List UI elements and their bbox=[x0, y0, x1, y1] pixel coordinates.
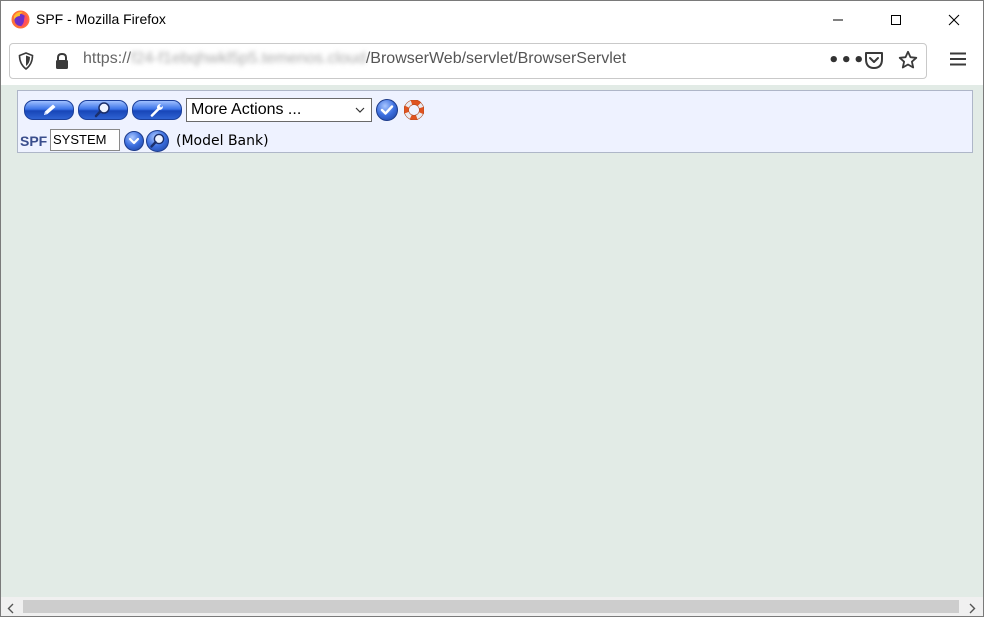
url-path: /BrowserWeb/servlet/BrowserServlet bbox=[365, 50, 627, 67]
t24-toolbar: More Actions ... SPF SYSTEM (Model Bank) bbox=[17, 90, 973, 153]
horizontal-scrollbar[interactable] bbox=[1, 597, 983, 616]
company-label: SPF bbox=[20, 133, 48, 149]
url-text[interactable]: https://f24-f1ebqhwkl5p5.temenos.cloud/B… bbox=[83, 50, 626, 68]
tools-button[interactable] bbox=[132, 100, 182, 120]
shield-icon[interactable] bbox=[18, 52, 34, 74]
company-input[interactable]: SYSTEM bbox=[50, 129, 120, 151]
go-button[interactable] bbox=[376, 99, 398, 121]
edit-button[interactable] bbox=[24, 100, 74, 120]
pencil-icon bbox=[44, 104, 56, 115]
lifebuoy-icon[interactable] bbox=[403, 99, 425, 124]
scroll-left-icon[interactable] bbox=[5, 600, 17, 616]
chevron-down-icon bbox=[354, 101, 366, 123]
magnifier-icon bbox=[94, 102, 110, 118]
url-scheme: https:// bbox=[83, 50, 132, 67]
url-bar[interactable]: https://f24-f1ebqhwkl5p5.temenos.cloud/B… bbox=[9, 43, 927, 79]
company-search-button[interactable] bbox=[146, 130, 169, 152]
close-icon bbox=[948, 14, 960, 26]
minimize-button[interactable] bbox=[809, 1, 867, 39]
scroll-right-icon[interactable] bbox=[966, 600, 978, 616]
pocket-icon[interactable] bbox=[864, 51, 884, 74]
title-bar: SPF - Mozilla Firefox bbox=[1, 1, 983, 39]
wrench-icon bbox=[150, 104, 163, 117]
chevron-down-icon bbox=[128, 137, 140, 145]
magnifier-icon bbox=[149, 133, 164, 148]
window-title: SPF - Mozilla Firefox bbox=[36, 11, 166, 27]
search-button[interactable] bbox=[78, 100, 128, 120]
company-name: (Model Bank) bbox=[176, 133, 269, 149]
lock-icon[interactable] bbox=[54, 52, 70, 74]
more-actions-value: More Actions ... bbox=[191, 101, 302, 118]
company-dropdown-button[interactable] bbox=[124, 131, 144, 151]
more-actions-select[interactable]: More Actions ... bbox=[186, 98, 372, 122]
page-actions-button[interactable]: ••• bbox=[828, 50, 866, 71]
page-content: More Actions ... SPF SYSTEM (Model Bank) bbox=[1, 85, 983, 597]
checkmark-icon bbox=[380, 105, 394, 115]
browser-window: SPF - Mozilla Firefox https://f24-f1ebqh… bbox=[0, 0, 984, 617]
firefox-logo-icon bbox=[11, 10, 30, 29]
maximize-icon bbox=[891, 15, 901, 25]
close-button[interactable] bbox=[925, 1, 983, 39]
maximize-button[interactable] bbox=[867, 1, 925, 39]
hamburger-menu-icon[interactable] bbox=[949, 51, 967, 71]
scrollbar-thumb[interactable] bbox=[23, 600, 959, 613]
navigation-bar: https://f24-f1ebqhwkl5p5.temenos.cloud/B… bbox=[1, 39, 983, 85]
star-icon[interactable] bbox=[898, 50, 918, 74]
minimize-icon bbox=[833, 19, 843, 21]
url-host: f24-f1ebqhwkl5p5.temenos.cloud bbox=[131, 50, 366, 67]
